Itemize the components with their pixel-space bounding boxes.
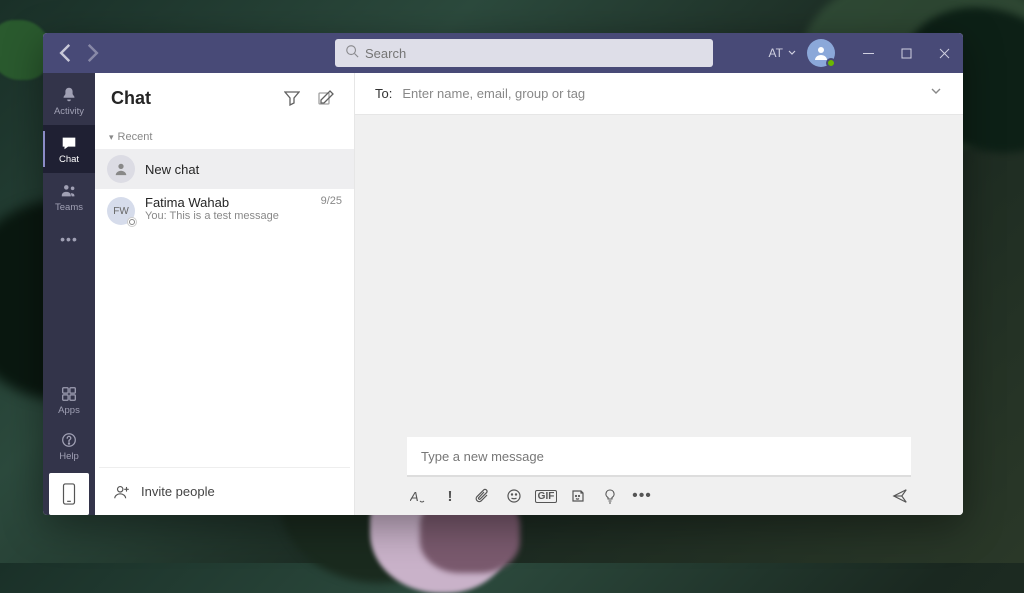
rail-label: Help — [59, 451, 79, 462]
more-actions-button[interactable]: ••• — [633, 487, 651, 505]
phone-icon — [61, 483, 77, 505]
section-label-text: Recent — [118, 131, 153, 143]
filter-icon — [284, 90, 300, 106]
rail-label: Chat — [59, 154, 79, 165]
attach-button[interactable] — [473, 487, 491, 505]
new-chat-avatar-icon — [107, 155, 135, 183]
minimize-button[interactable] — [849, 33, 887, 73]
close-button[interactable] — [925, 33, 963, 73]
profile-avatar[interactable] — [807, 39, 835, 67]
contact-initials: FW — [113, 206, 129, 217]
new-chat-button[interactable] — [314, 86, 338, 110]
nav-back-button[interactable] — [53, 40, 79, 66]
format-button[interactable]: A — [409, 487, 427, 505]
gif-button[interactable]: GIF — [537, 487, 555, 505]
exclamation-icon: ! — [448, 488, 453, 505]
chat-row-item[interactable]: FW Fatima Wahab You: This is a test mess… — [95, 189, 354, 237]
priority-button[interactable]: ! — [441, 487, 459, 505]
chat-list-panel: Chat ▾ Recent — [95, 73, 355, 515]
format-icon: A — [410, 488, 426, 504]
rail-label: Apps — [58, 405, 80, 416]
presence-available-icon — [826, 58, 836, 68]
more-icon: ••• — [60, 231, 78, 247]
tenant-label: AT — [769, 46, 783, 60]
bell-icon — [60, 86, 78, 104]
recipients-row: To: — [355, 73, 963, 115]
send-icon — [892, 488, 908, 504]
lightbulb-icon — [602, 488, 618, 504]
caret-down-icon: ▾ — [109, 132, 114, 143]
rail-mobile-button[interactable] — [49, 473, 89, 515]
emoji-icon — [506, 488, 522, 504]
svg-text:A: A — [410, 489, 419, 504]
rail-apps[interactable]: Apps — [43, 377, 95, 423]
app-rail: Activity Chat Teams ••• Apps Help — [43, 73, 95, 515]
rail-activity[interactable]: Activity — [43, 77, 95, 125]
search-icon — [345, 44, 365, 63]
compose-input[interactable] — [421, 449, 897, 464]
more-icon: ••• — [632, 487, 652, 505]
help-icon — [60, 431, 78, 449]
paperclip-icon — [474, 488, 490, 504]
teams-window: AT Activity Chat — [43, 33, 963, 515]
chat-row-date: 9/25 — [321, 195, 342, 207]
recipients-input[interactable] — [402, 86, 919, 101]
chevron-down-icon — [929, 84, 943, 98]
invite-icon — [113, 483, 131, 501]
chat-row-name: New chat — [145, 162, 342, 177]
meetup-button[interactable] — [601, 487, 619, 505]
rail-more[interactable]: ••• — [43, 221, 95, 257]
chat-row-preview: You: This is a test message — [145, 210, 321, 222]
nav-forward-button[interactable] — [79, 40, 105, 66]
chat-row-name: Fatima Wahab — [145, 195, 321, 210]
sticker-button[interactable] — [569, 487, 587, 505]
rail-label: Teams — [55, 202, 83, 213]
chat-row-new[interactable]: New chat — [95, 149, 354, 189]
presence-offline-icon — [127, 217, 137, 227]
sticker-icon — [570, 488, 586, 504]
contact-avatar: FW — [107, 197, 135, 225]
invite-people-button[interactable]: Invite people — [99, 467, 350, 515]
compose-icon — [318, 90, 334, 106]
filter-button[interactable] — [280, 86, 304, 110]
maximize-button[interactable] — [887, 33, 925, 73]
send-button[interactable] — [891, 487, 909, 505]
rail-chat[interactable]: Chat — [43, 125, 95, 173]
rail-teams[interactable]: Teams — [43, 173, 95, 221]
to-label: To: — [375, 86, 392, 101]
tenant-switcher[interactable]: AT — [765, 42, 801, 64]
message-area — [355, 115, 963, 437]
compose-toolbar: A ! GIF — [407, 477, 911, 505]
section-recent[interactable]: ▾ Recent — [95, 123, 354, 149]
chat-icon — [60, 134, 78, 152]
compose-box[interactable] — [407, 437, 911, 477]
gif-icon: GIF — [535, 490, 558, 503]
emoji-button[interactable] — [505, 487, 523, 505]
chat-panel-title: Chat — [111, 88, 280, 109]
teams-icon — [60, 182, 78, 200]
rail-help[interactable]: Help — [43, 423, 95, 469]
apps-icon — [60, 385, 78, 403]
search-box[interactable] — [335, 39, 713, 67]
titlebar: AT — [43, 33, 963, 73]
conversation-pane: To: A ! — [355, 73, 963, 515]
recipients-expand-button[interactable] — [929, 84, 943, 103]
invite-label: Invite people — [141, 484, 215, 499]
search-input[interactable] — [365, 46, 703, 61]
rail-label: Activity — [54, 106, 84, 117]
chevron-down-icon — [787, 48, 797, 58]
